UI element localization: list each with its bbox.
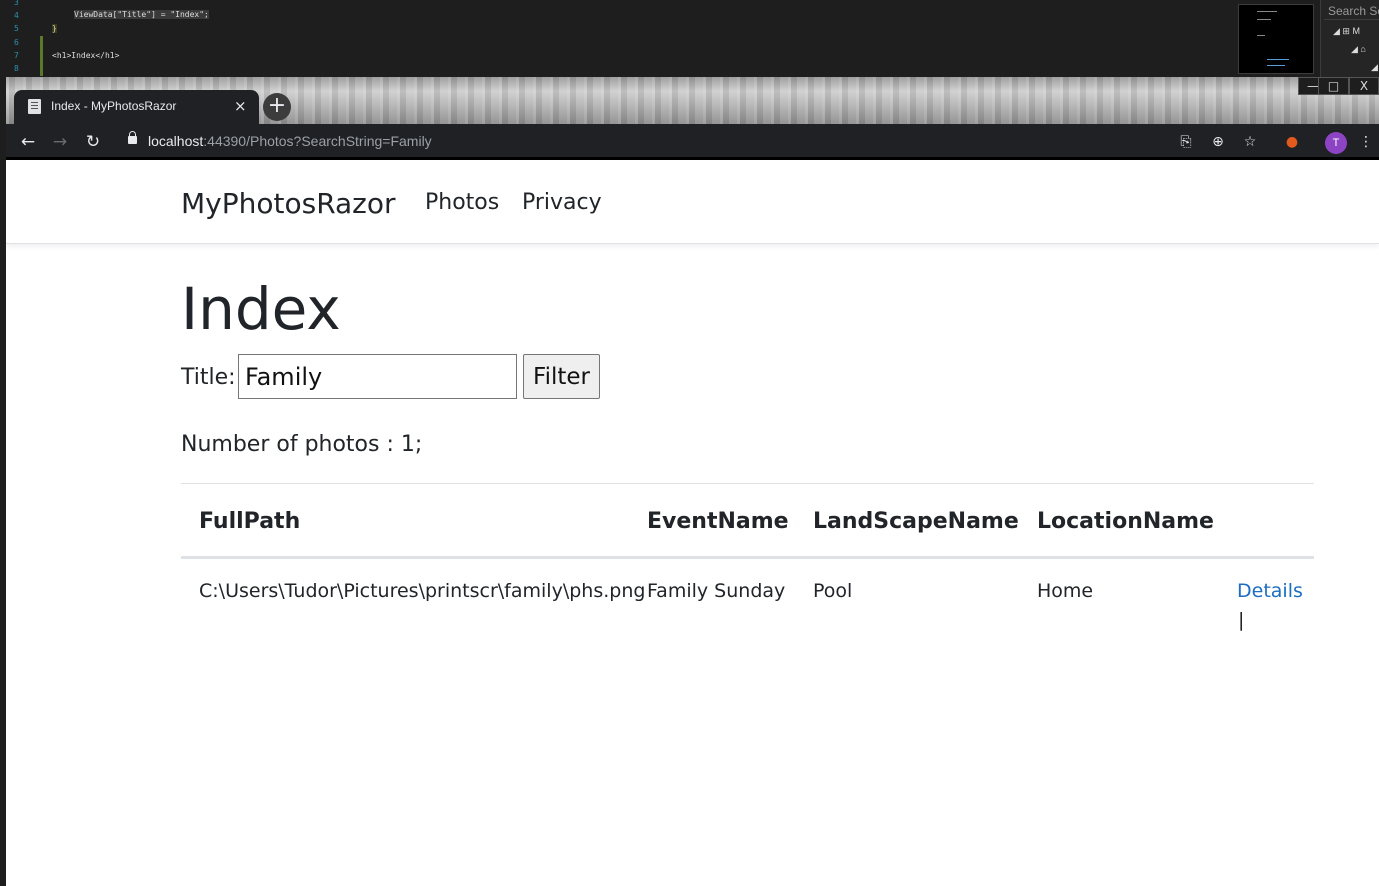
profile-avatar[interactable]: T bbox=[1325, 132, 1347, 154]
page-title: Index bbox=[181, 275, 341, 343]
line-number: 4 bbox=[14, 11, 19, 20]
tab-strip: Index - MyPhotosRazor × + — □ X bbox=[6, 77, 1379, 124]
column-header-locationname: LocationName bbox=[1037, 509, 1214, 534]
site-brand-link[interactable]: MyPhotosRazor bbox=[181, 187, 396, 220]
code-line[interactable]: } bbox=[52, 24, 57, 33]
maximize-button[interactable]: □ bbox=[1318, 77, 1349, 95]
action-separator: | bbox=[1238, 609, 1245, 631]
new-tab-button[interactable]: + bbox=[263, 93, 291, 121]
cell-fullpath: C:\Users\Tudor\Pictures\printscr\family\… bbox=[199, 580, 646, 602]
address-bar[interactable]: localhost:44390/Photos?SearchString=Fami… bbox=[118, 127, 1273, 156]
line-number: 7 bbox=[14, 51, 19, 60]
cell-eventname: Family Sunday bbox=[647, 580, 786, 602]
solution-explorer: Search Sol ◢ ⊞ M ◢ ⌂ ◢ bbox=[1320, 0, 1379, 77]
reload-button[interactable]: ↻ bbox=[83, 132, 103, 152]
zoom-icon[interactable]: ⊕ bbox=[1208, 132, 1228, 152]
cell-landscapename: Pool bbox=[813, 580, 853, 602]
code-line[interactable]: ViewData["Title"] = "Index"; bbox=[74, 10, 209, 19]
code-line[interactable]: <h1>Index</h1> bbox=[52, 51, 119, 60]
editor-minimap[interactable] bbox=[1238, 4, 1314, 74]
tab-title: Index - MyPhotosRazor bbox=[51, 99, 177, 113]
line-number: 5 bbox=[14, 24, 19, 33]
lock-icon[interactable] bbox=[128, 131, 137, 144]
bookmark-star-icon[interactable]: ☆ bbox=[1240, 132, 1260, 152]
table-header-border bbox=[181, 556, 1314, 559]
page-icon bbox=[28, 99, 41, 114]
web-page: MyPhotosRazor Photos Privacy Index Title… bbox=[6, 160, 1379, 886]
search-input[interactable] bbox=[238, 354, 517, 399]
close-tab-icon[interactable]: × bbox=[234, 97, 247, 115]
back-button[interactable]: ← bbox=[18, 132, 38, 152]
extension-icon[interactable]: ● bbox=[1282, 132, 1302, 152]
site-navbar: MyPhotosRazor Photos Privacy bbox=[6, 160, 1379, 244]
solution-tree-item[interactable]: ◢ ⊞ M bbox=[1333, 26, 1360, 37]
line-number: 8 bbox=[14, 64, 19, 73]
cell-locationname: Home bbox=[1037, 580, 1094, 602]
menu-icon[interactable]: ⋮ bbox=[1356, 132, 1376, 152]
line-number: 3 bbox=[14, 0, 19, 7]
browser-toolbar: ← → ↻ localhost:44390/Photos?SearchStrin… bbox=[6, 124, 1379, 160]
editor-gutter: 3 4 5 6 7 8 bbox=[0, 0, 40, 77]
browser-tab[interactable]: Index - MyPhotosRazor × bbox=[14, 90, 259, 124]
details-link[interactable]: Details bbox=[1237, 580, 1303, 602]
solution-tree-item[interactable]: ◢ bbox=[1371, 62, 1378, 73]
filter-button[interactable]: Filter bbox=[523, 354, 600, 399]
forward-button[interactable]: → bbox=[50, 132, 70, 152]
column-header-landscapename: LandScapeName bbox=[813, 509, 1019, 534]
line-number: 6 bbox=[14, 38, 19, 47]
code-editor: 3 4 5 6 7 8 ViewData["Title"] = "Index";… bbox=[0, 0, 1379, 77]
close-window-button[interactable]: X bbox=[1349, 77, 1379, 95]
change-marker bbox=[40, 36, 43, 76]
url-text[interactable]: localhost:44390/Photos?SearchString=Fami… bbox=[148, 133, 432, 149]
photo-count: Number of photos : 1; bbox=[181, 432, 423, 457]
filter-label: Title: bbox=[181, 365, 236, 390]
column-header-eventname: EventName bbox=[647, 509, 789, 534]
nav-link-privacy[interactable]: Privacy bbox=[522, 190, 602, 215]
translate-icon[interactable]: ⎘ bbox=[1176, 132, 1196, 152]
column-header-fullpath: FullPath bbox=[199, 509, 301, 534]
solution-search-input[interactable]: Search Sol bbox=[1324, 2, 1379, 20]
nav-link-photos[interactable]: Photos bbox=[425, 190, 499, 215]
solution-tree-item[interactable]: ◢ ⌂ bbox=[1351, 44, 1366, 55]
browser-window: Index - MyPhotosRazor × + — □ X ← → ↻ lo… bbox=[6, 77, 1379, 886]
table-top-border bbox=[181, 483, 1314, 484]
